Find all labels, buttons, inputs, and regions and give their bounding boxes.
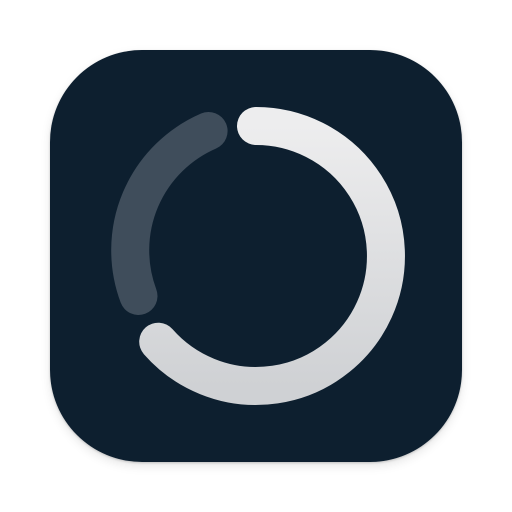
app-icon[interactable] (50, 50, 462, 462)
canvas (0, 0, 512, 512)
progress-ring-icon (50, 50, 462, 462)
